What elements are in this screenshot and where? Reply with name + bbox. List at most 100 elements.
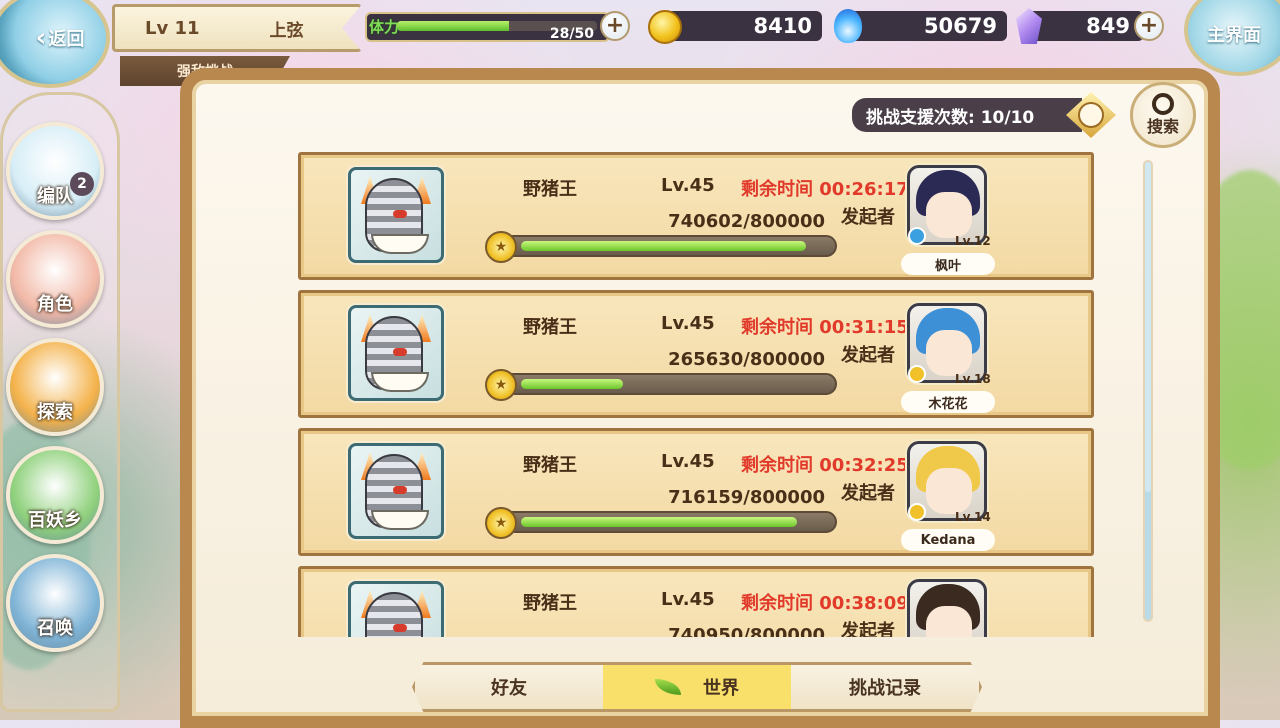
player-level: Lv.14	[955, 510, 991, 524]
gem-counter: 849	[1024, 11, 1144, 41]
leaf-icon	[655, 679, 681, 695]
avatar-face	[926, 330, 972, 376]
boss-hp: 740950/800000	[668, 625, 825, 637]
stamina-label: 体力	[369, 18, 400, 36]
nav-label: 编队	[37, 186, 73, 207]
nav-summon-button[interactable]: 召唤	[6, 554, 104, 652]
boss-portrait	[348, 305, 444, 401]
remaining-time: 剩余时间 00:38:09	[741, 593, 909, 614]
nav-formation-button[interactable]: 编队 2	[6, 122, 104, 220]
spirit-counter: 50679	[845, 11, 1007, 41]
avatar[interactable]	[907, 579, 987, 637]
player-name: Kedana	[901, 529, 995, 551]
nav-label: 角色	[37, 294, 73, 315]
remaining-time: 剩余时间 00:32:25	[741, 455, 909, 476]
avatar-face	[926, 192, 972, 238]
stamina-bar: 体力 28/50	[365, 12, 610, 42]
gold-counter: 8410	[660, 11, 822, 41]
stamina-value: 28/50	[549, 26, 594, 42]
boss-name: 野猪王	[523, 179, 577, 200]
player-level: Lv 11	[145, 17, 200, 39]
challenge-card[interactable]: 野猪王 Lv.45 剩余时间 00:32:25 716159/800000 发起…	[298, 428, 1094, 556]
hp-bar	[491, 235, 837, 257]
boss-name: 野猪王	[523, 317, 577, 338]
hp-bar	[491, 511, 837, 533]
boss-eye	[393, 348, 407, 356]
scrollbar-thumb[interactable]	[1145, 162, 1151, 492]
boss-portrait	[348, 167, 444, 263]
nav-explore-button[interactable]: 探索	[6, 338, 104, 436]
player-level: Lv.18	[955, 372, 991, 386]
challenge-card[interactable]: 野猪王 Lv.45 剩余时间 00:26:17 740602/800000 发起…	[298, 152, 1094, 280]
boss-tusk	[371, 234, 429, 254]
initiator-label: 发起者	[841, 621, 895, 637]
boss-eye	[393, 624, 407, 632]
tab-label: 挑战记录	[849, 678, 921, 699]
boss-name: 野猪王	[523, 593, 577, 614]
gem-value: 849	[1086, 14, 1130, 38]
tab-challenge-log[interactable]: 挑战记录	[791, 665, 979, 709]
nav-character-button[interactable]: 角色	[6, 230, 104, 328]
boss-level: Lv.45	[661, 451, 715, 472]
star-icon: ★	[485, 507, 517, 539]
add-gem-button[interactable]: +	[1134, 11, 1164, 41]
tab-bar: 好友 世界 挑战记录	[412, 662, 982, 712]
initiator-label: 发起者	[841, 483, 895, 504]
challenge-list: 野猪王 Lv.45 剩余时间 00:26:17 740602/800000 发起…	[298, 152, 1094, 637]
nav-label: 召唤	[37, 618, 73, 639]
spirit-value: 50679	[923, 14, 997, 38]
nav-label: 百妖乡	[28, 510, 82, 531]
home-button[interactable]: 主界面	[1184, 0, 1280, 76]
add-stamina-button[interactable]: +	[600, 11, 630, 41]
boss-eye	[393, 210, 407, 218]
element-icon	[908, 503, 926, 521]
blue-flame-icon	[834, 9, 862, 43]
boss-hp: 716159/800000	[668, 487, 825, 508]
star-icon: ★	[485, 369, 517, 401]
scrollbar[interactable]	[1143, 160, 1153, 622]
player-name: 木花花	[901, 391, 995, 413]
challenge-card[interactable]: 野猪王 Lv.45 剩余时间 00:31:15 265630/800000 发起…	[298, 290, 1094, 418]
search-label: 搜索	[1146, 117, 1179, 136]
home-label: 主界面	[1207, 25, 1261, 46]
boss-level: Lv.45	[661, 313, 715, 334]
notification-badge: 2	[70, 172, 94, 196]
boss-tusk	[371, 372, 429, 392]
hp-fill	[521, 379, 623, 389]
back-label: 返回	[48, 29, 85, 50]
boss-hp: 265630/800000	[668, 349, 825, 370]
back-button[interactable]: ‹ 返回	[0, 0, 110, 88]
avatar-face	[926, 606, 972, 637]
boss-level: Lv.45	[661, 589, 715, 610]
magnifier-icon	[1152, 93, 1174, 115]
hp-fill	[521, 517, 797, 527]
player-name: 枫叶	[901, 253, 995, 275]
gold-value: 8410	[753, 14, 812, 38]
remaining-time: 剩余时间 00:26:17	[741, 179, 909, 200]
player-level: Lv.12	[955, 234, 991, 248]
avatar-face	[926, 468, 972, 514]
challenge-card[interactable]: 野猪王 Lv.45 剩余时间 00:38:09 740950/800000 发起…	[298, 566, 1094, 637]
initiator-label: 发起者	[841, 207, 895, 228]
boss-portrait	[348, 443, 444, 539]
tab-label: 好友	[491, 678, 527, 699]
element-icon	[908, 365, 926, 383]
support-count: 挑战支援次数: 10/10	[852, 98, 1082, 132]
initiator-label: 发起者	[841, 345, 895, 366]
chevron-left-icon: ‹	[35, 23, 47, 53]
tab-world[interactable]: 世界	[603, 665, 791, 709]
player-level-plate: Lv 11 上弦	[112, 4, 362, 52]
player-name: 上弦	[269, 20, 304, 41]
search-button[interactable]: 搜索	[1130, 82, 1196, 148]
remaining-time: 剩余时间 00:31:15	[741, 317, 909, 338]
tab-friends[interactable]: 好友	[415, 665, 603, 709]
tab-label: 世界	[703, 678, 739, 699]
nav-yokai-village-button[interactable]: 百妖乡	[6, 446, 104, 544]
hp-bar	[491, 373, 837, 395]
boss-name: 野猪王	[523, 455, 577, 476]
boss-level: Lv.45	[661, 175, 715, 196]
stamina-fill	[397, 21, 509, 31]
star-icon: ★	[485, 231, 517, 263]
boss-tusk	[371, 510, 429, 530]
boss-hp: 740602/800000	[668, 211, 825, 232]
